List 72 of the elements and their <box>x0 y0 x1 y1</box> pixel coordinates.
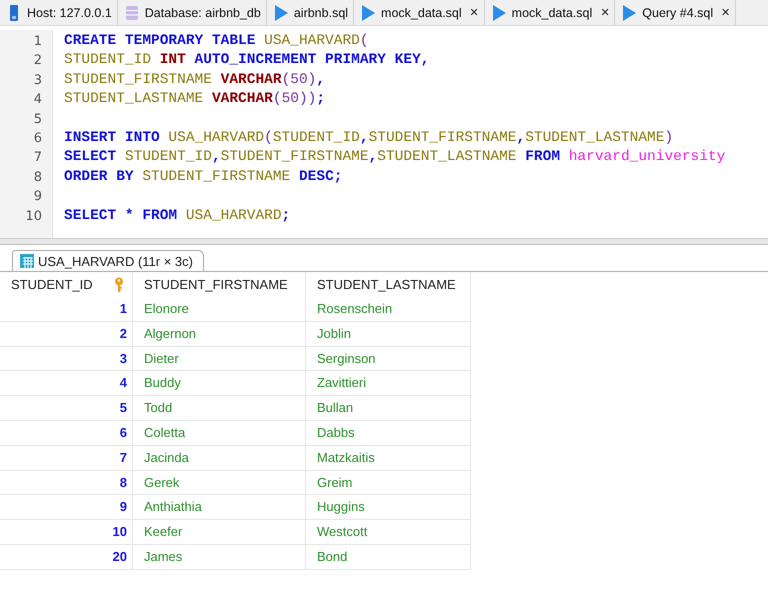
editor-tab[interactable]: airbnb.sql <box>266 0 354 25</box>
database-icon <box>124 4 140 22</box>
line-number: 1 <box>32 33 43 51</box>
table-cell: Joblin <box>306 322 471 347</box>
table-cell: Rosenschein <box>306 297 471 322</box>
code-line: STUDENT_ID INT AUTO_INCREMENT PRIMARY KEY, <box>64 51 430 70</box>
table-cell: 1 <box>0 297 133 322</box>
table-cell: Serginson <box>306 346 471 372</box>
play-icon <box>621 4 638 22</box>
play-icon <box>490 4 507 22</box>
table-cell: Bond <box>306 544 471 570</box>
code-line: SELECT STUDENT_ID,STUDENT_FIRSTNAME,STUDENT_LASTNAME FROM harvard_university <box>64 148 726 168</box>
code-line: STUDENT_LASTNAME VARCHAR(50)); <box>64 90 326 110</box>
table-cell: 5 <box>0 396 133 421</box>
table-cell: Elonore <box>133 297 306 322</box>
line-number: 6 <box>32 130 43 148</box>
table-cell: 4 <box>0 371 133 396</box>
table-cell: Coletta <box>133 420 306 446</box>
table-cell: Matzkaitis <box>306 446 471 471</box>
table-cell: 8 <box>0 470 133 496</box>
line-number: 7 <box>32 149 43 168</box>
column-header[interactable]: STUDENT_ID <box>0 272 133 297</box>
code-line: SELECT * FROM USA_HARVARD; <box>64 206 290 226</box>
table-cell: Keefer <box>133 520 306 545</box>
editor-tab[interactable]: mock_data.sql ✕ <box>484 0 616 25</box>
line-number: 5 <box>32 110 43 129</box>
line-number: 4 <box>32 91 43 110</box>
editor-tab[interactable]: Host: 127.0.0.1 <box>0 0 118 25</box>
editor-tab[interactable]: Database: airbnb_db <box>118 0 267 25</box>
close-button[interactable]: ✕ <box>600 6 610 19</box>
code-line: STUDENT_FIRSTNAME VARCHAR(50), <box>64 70 326 90</box>
table-cell: Dieter <box>133 346 306 372</box>
line-number: 2 <box>32 52 43 70</box>
table-cell: 7 <box>0 446 133 471</box>
table-cell: Buddy <box>133 371 306 396</box>
code-line: CREATE TEMPORARY TABLE USA_HARVARD( <box>64 32 369 51</box>
table-cell: Zavittieri <box>306 371 471 396</box>
table-cell: Anthiathia <box>133 495 306 520</box>
table-cell: 2 <box>0 322 133 347</box>
table-cell: 6 <box>0 420 133 446</box>
table-cell: Todd <box>133 396 306 421</box>
line-number: 9 <box>32 188 43 206</box>
editor-tab[interactable]: Query #4.sql ✕ <box>615 0 736 25</box>
line-number: 3 <box>32 72 43 90</box>
table-cell: 20 <box>0 544 133 570</box>
table-cell: Jacinda <box>133 446 306 471</box>
table-cell: Huggins <box>306 495 471 520</box>
table-cell: Greim <box>306 470 471 496</box>
close-button[interactable]: ✕ <box>721 6 730 19</box>
table-cell: Westcott <box>306 520 471 545</box>
table-cell: 10 <box>0 520 133 545</box>
table-cell: Bullan <box>306 396 471 421</box>
table-cell: Dabbs <box>306 420 471 446</box>
line-number: 8 <box>32 168 43 187</box>
table-cell: James <box>133 544 306 570</box>
play-icon <box>360 4 376 22</box>
result-tab-label: USA_HARVARD (11r × 3c) <box>38 254 193 268</box>
column-header[interactable]: STUDENT_FIRSTNAME <box>133 272 306 297</box>
play-icon <box>272 4 289 22</box>
result-tab[interactable]: USA_HARVARD (11r × 3c) <box>12 250 204 271</box>
editor-tab[interactable]: mock_data.sql ✕ <box>354 0 485 25</box>
table-cell: 3 <box>0 346 133 372</box>
table-icon <box>19 253 35 269</box>
column-header[interactable]: STUDENT_LASTNAME <box>306 272 471 297</box>
code-line: INSERT INTO USA_HARVARD(STUDENT_ID,STUDENT_FIRSTNAME,STUDENT_LASTNAME) <box>64 128 674 148</box>
table-cell: 9 <box>0 495 133 520</box>
code-line: ORDER BY STUDENT_FIRSTNAME DESC; <box>64 168 342 187</box>
table-cell: Algernon <box>133 322 306 347</box>
sql-editor[interactable] <box>0 30 768 239</box>
line-number: 10 <box>24 208 43 226</box>
table-cell: Gerek <box>133 470 306 496</box>
close-button[interactable]: ✕ <box>470 6 479 19</box>
